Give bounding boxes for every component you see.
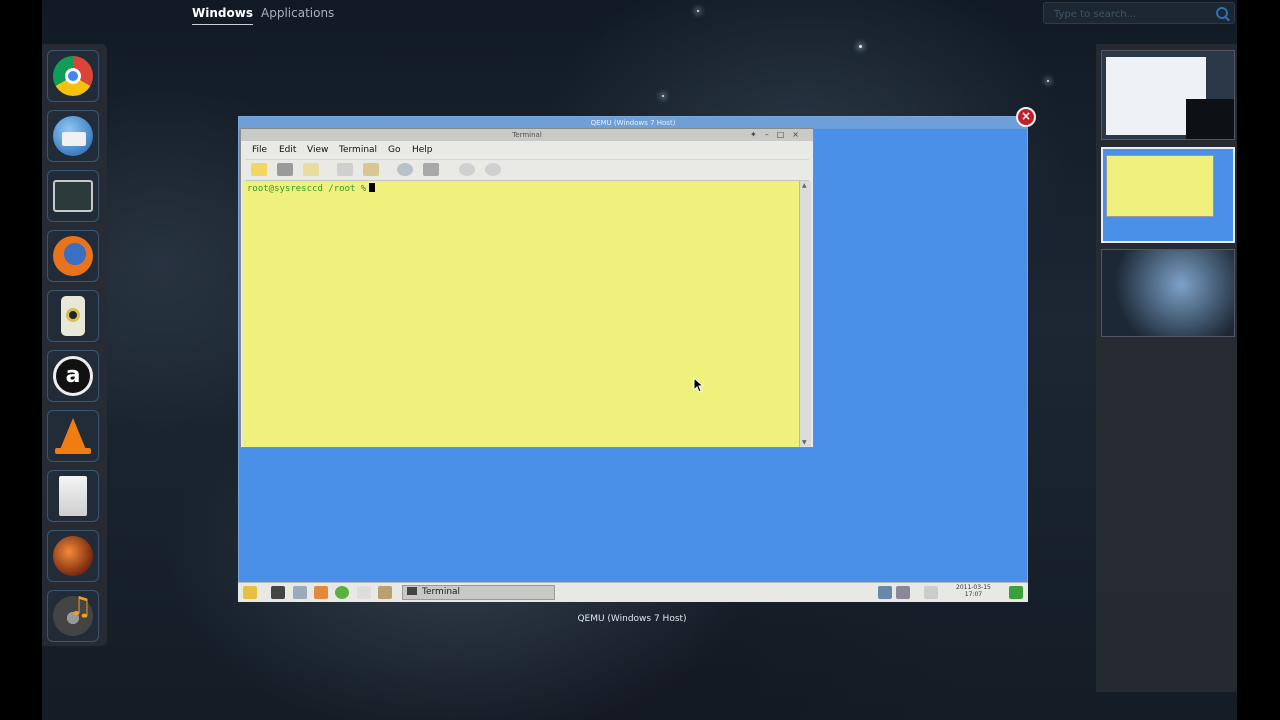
terminal-task-icon xyxy=(407,587,417,595)
menu-edit[interactable]: Edit xyxy=(279,145,296,155)
network-launcher-icon[interactable] xyxy=(293,586,307,599)
show-desktop-icon[interactable] xyxy=(1009,586,1023,599)
close-icon[interactable]: × xyxy=(792,130,807,139)
window-caption: QEMU (Windows 7 Host) xyxy=(577,614,687,624)
terminal-icon xyxy=(53,180,93,212)
menu-help[interactable]: Help xyxy=(412,145,433,155)
text-cursor xyxy=(369,183,376,192)
new-tab-icon[interactable] xyxy=(251,163,267,176)
display-tray-icon[interactable] xyxy=(896,586,910,599)
maximize-icon[interactable]: □ xyxy=(777,130,793,139)
dash-item-terminal[interactable] xyxy=(47,170,99,222)
thunderbird-icon xyxy=(53,116,93,156)
speaker-icon xyxy=(61,296,85,336)
amarok-icon: a xyxy=(53,356,93,396)
workspace-thumbnail-2[interactable] xyxy=(1101,147,1235,243)
clock-date: 2011-03-15 xyxy=(956,584,991,591)
search-icon[interactable] xyxy=(1216,7,1228,19)
tools-launcher-icon[interactable] xyxy=(378,586,392,599)
tab-applications[interactable]: Applications xyxy=(261,6,334,20)
workspace-thumbnail-1[interactable] xyxy=(1101,50,1235,140)
forward-arrow-icon[interactable] xyxy=(485,163,501,176)
guest-taskbar: Terminal 2011-03-15 17:07 xyxy=(238,582,1028,602)
tab-windows[interactable]: Windows xyxy=(192,6,253,25)
scroll-up-icon[interactable]: ▲ xyxy=(802,182,809,189)
prompt-text: root@sysresccd /root % xyxy=(247,184,367,194)
search-input[interactable] xyxy=(1052,6,1216,22)
star xyxy=(859,45,862,48)
dash-item-firefox[interactable] xyxy=(47,230,99,282)
terminal-prompt: root@sysresccd /root % xyxy=(247,183,376,194)
dash-item-chrome[interactable] xyxy=(47,50,99,102)
close-tab-icon[interactable] xyxy=(277,163,293,176)
battery-tray-icon[interactable] xyxy=(924,586,938,599)
star xyxy=(662,95,664,97)
editor-launcher-icon[interactable] xyxy=(314,586,328,599)
dash-item-speaker[interactable] xyxy=(47,290,99,342)
start-menu-icon[interactable] xyxy=(243,586,257,599)
workspace-panel xyxy=(1096,44,1237,692)
terminal-title: Terminal xyxy=(241,129,813,141)
letterbox-left xyxy=(0,0,42,720)
letterbox-right xyxy=(1237,0,1280,720)
dash-item-thunderbird[interactable] xyxy=(47,110,99,162)
terminal-launcher-icon[interactable] xyxy=(271,586,285,599)
minimize-icon[interactable]: – xyxy=(765,130,777,139)
back-arrow-icon[interactable] xyxy=(459,163,475,176)
workspace-thumbnail-3[interactable] xyxy=(1101,249,1235,337)
close-window-button[interactable]: × xyxy=(1016,107,1036,127)
menu-terminal[interactable]: Terminal xyxy=(339,145,377,155)
scroll-down-icon[interactable]: ▼ xyxy=(802,439,809,446)
dash: a ♫ xyxy=(42,44,107,646)
fullscreen-icon[interactable] xyxy=(397,163,413,176)
chrome-icon xyxy=(53,56,93,96)
copy-icon[interactable] xyxy=(337,163,353,176)
vlc-icon xyxy=(53,416,93,456)
taskbar-item-label: Terminal xyxy=(422,587,461,597)
dash-item-amarok[interactable]: a xyxy=(47,350,99,402)
file-cabinet-icon xyxy=(59,476,87,516)
terminal-scrollbar[interactable]: ▲ ▼ xyxy=(799,181,811,447)
taskbar-item-terminal[interactable]: Terminal xyxy=(402,585,555,600)
clock-time: 17:07 xyxy=(964,591,983,598)
terminal-body[interactable]: root@sysresccd /root % xyxy=(243,181,799,447)
dash-item-music[interactable]: ♫ xyxy=(47,590,99,642)
paste-icon[interactable] xyxy=(363,163,379,176)
menu-file[interactable]: File xyxy=(252,145,267,155)
overview-topbar: Windows Applications xyxy=(42,0,1237,30)
terminal-window[interactable]: Terminal ✦–□× File Edit View Terminal Go… xyxy=(240,128,814,448)
terminal-menubar: File Edit View Terminal Go Help xyxy=(241,142,813,158)
terminal-toolbar xyxy=(245,159,809,181)
open-folder-icon[interactable] xyxy=(303,163,319,176)
network-tray-icon[interactable] xyxy=(878,586,892,599)
pin-icon[interactable]: ✦ xyxy=(750,130,765,139)
window-controls[interactable]: ✦–□× xyxy=(750,130,807,139)
dash-item-bird-app[interactable] xyxy=(47,530,99,582)
files-launcher-icon[interactable] xyxy=(357,586,371,599)
search-box xyxy=(1043,2,1235,24)
bird-icon xyxy=(53,536,93,576)
dash-item-vlc[interactable] xyxy=(47,410,99,462)
menu-view[interactable]: View xyxy=(307,145,328,155)
clock[interactable]: 2011-03-15 17:07 xyxy=(956,584,991,598)
browser-launcher-icon[interactable] xyxy=(335,586,349,599)
dash-item-files[interactable] xyxy=(47,470,99,522)
menu-go[interactable]: Go xyxy=(388,145,400,155)
music-icon: ♫ xyxy=(53,592,93,636)
keyboard-icon[interactable] xyxy=(423,163,439,176)
firefox-icon xyxy=(53,236,93,276)
star xyxy=(1047,80,1049,82)
